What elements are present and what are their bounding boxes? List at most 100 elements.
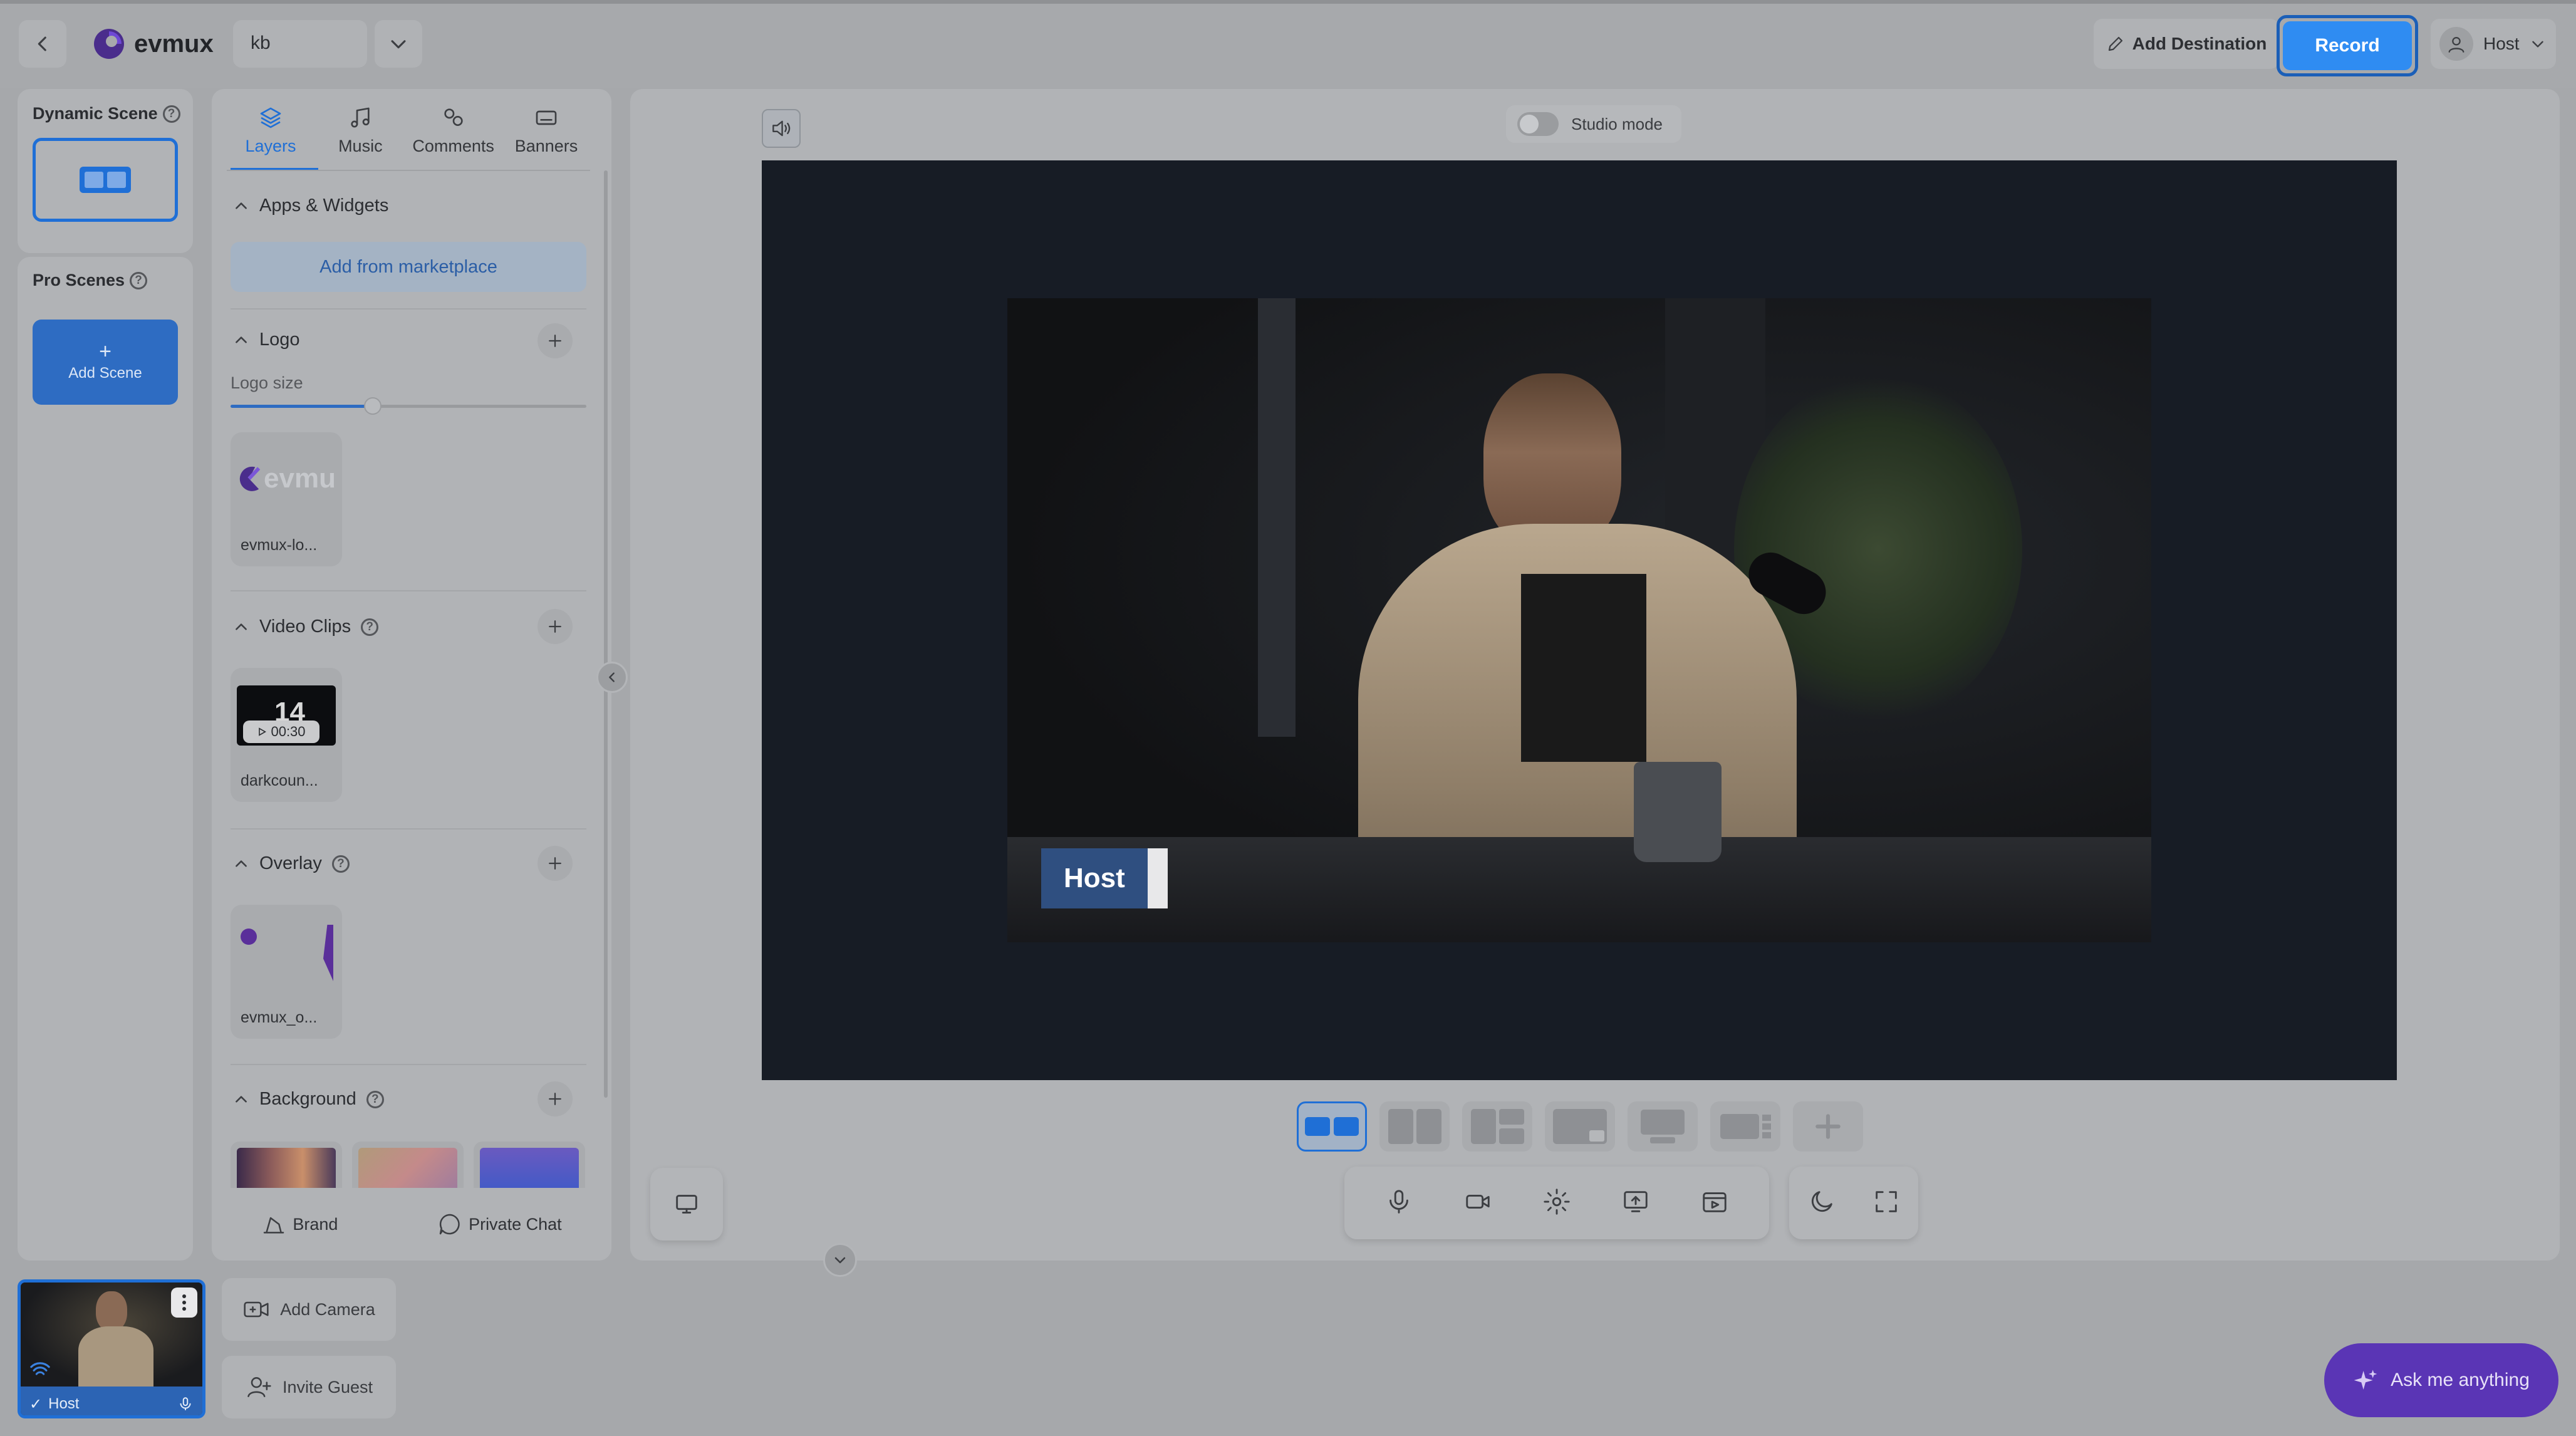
pro-scenes-panel: Pro Scenes ? + Add Scene (18, 257, 193, 1261)
tab-layers[interactable]: Layers (227, 105, 314, 168)
avatar (2439, 27, 2473, 61)
room-dropdown-button[interactable] (375, 20, 422, 68)
chevron-down-icon (391, 40, 406, 49)
background-thumbnails (231, 1142, 591, 1188)
add-layout-button[interactable] (1793, 1101, 1863, 1152)
back-button[interactable] (19, 20, 66, 68)
add-camera-button[interactable]: Add Camera (222, 1278, 396, 1341)
layers-panel: Layers Music Comments Banners Apps & Wid… (212, 89, 611, 1261)
add-destination-button[interactable]: Add Destination (2094, 19, 2279, 69)
record-button[interactable]: Record (2283, 21, 2412, 70)
tab-music[interactable]: Music (316, 105, 404, 168)
studio-mode-toggle[interactable]: Studio mode (1506, 105, 1681, 143)
apps-widgets-header[interactable]: Apps & Widgets (233, 195, 388, 216)
user-plus-icon (247, 1377, 271, 1397)
logo-card[interactable]: evmu evmux-lo... (231, 432, 342, 566)
overlay-title: Overlay (259, 853, 322, 873)
record-button-focus-ring: Record (2277, 15, 2418, 76)
background-option[interactable] (352, 1142, 464, 1188)
help-icon[interactable]: ? (331, 855, 350, 873)
user-menu[interactable]: Host (2431, 19, 2556, 69)
help-icon[interactable]: ? (366, 1090, 384, 1108)
monitor-icon (676, 1195, 697, 1214)
layout-split[interactable] (1379, 1101, 1450, 1152)
microphone-button[interactable] (1384, 1187, 1413, 1219)
collapse-bottom-button[interactable] (823, 1243, 857, 1277)
layout-sidebar[interactable] (1710, 1101, 1780, 1152)
pencil-icon (2108, 36, 2122, 51)
overlay-card[interactable]: evmux_o... (231, 905, 342, 1039)
layout-grid[interactable] (1462, 1101, 1532, 1152)
overlay-header[interactable]: Overlay ? (233, 853, 350, 874)
logo-size-label: Logo size (231, 373, 303, 392)
marketplace-label: Add from marketplace (319, 256, 497, 277)
chevron-left-icon (609, 672, 615, 682)
camera-button[interactable] (1463, 1187, 1492, 1219)
dynamic-scene-title: Dynamic Scene (33, 104, 158, 123)
logo-size-slider[interactable] (231, 397, 586, 415)
plus-icon (549, 335, 561, 347)
toggle-switch[interactable] (1517, 112, 1559, 136)
chevron-down-icon (834, 1257, 846, 1264)
panel-scrollbar[interactable] (604, 170, 608, 1098)
dynamic-scene-thumbnail[interactable] (33, 138, 178, 222)
apps-widgets-title: Apps & Widgets (259, 195, 389, 216)
add-overlay-button[interactable] (538, 846, 573, 881)
background-option[interactable] (231, 1142, 342, 1188)
microphone-icon (1389, 1189, 1408, 1214)
tile-menu-button[interactable] (171, 1288, 197, 1318)
brand-button[interactable]: Brand (261, 1212, 338, 1237)
add-destination-label: Add Destination (2132, 34, 2267, 53)
plus-icon (549, 620, 561, 633)
divider (231, 828, 586, 830)
overlay-logo-mark (241, 929, 257, 945)
background-option[interactable] (474, 1142, 585, 1188)
slider-thumb[interactable] (364, 397, 382, 415)
settings-button[interactable] (1542, 1187, 1571, 1219)
dark-mode-button[interactable] (1807, 1187, 1836, 1219)
media-icon (1703, 1192, 1727, 1212)
media-player-button[interactable] (1700, 1187, 1729, 1219)
person-shirt (1521, 574, 1646, 762)
signal-icon (30, 1362, 50, 1375)
help-icon[interactable]: ? (361, 618, 379, 636)
add-scene-button[interactable]: + Add Scene (33, 320, 178, 405)
background-header[interactable]: Background ? (233, 1089, 384, 1110)
private-chat-button[interactable]: Private Chat (437, 1212, 562, 1237)
add-video-clip-button[interactable] (538, 609, 573, 644)
fullscreen-button[interactable] (1872, 1187, 1901, 1219)
two-up-layout-icon (80, 167, 131, 193)
brand-icon (264, 1217, 284, 1234)
collapse-panel-button[interactable] (596, 662, 628, 693)
audio-button[interactable] (762, 109, 801, 148)
video-clips-header[interactable]: Video Clips ? (233, 617, 379, 637)
room-name-field[interactable]: kb (233, 20, 367, 68)
help-icon[interactable]: ? (130, 271, 148, 289)
video-clip-card[interactable]: 14 00:30 darkcoun... (231, 668, 342, 802)
tab-banners[interactable]: Banners (502, 105, 590, 168)
share-screen-button[interactable] (1621, 1187, 1650, 1219)
help-icon[interactable]: ? (162, 105, 180, 123)
person-head (1483, 373, 1621, 549)
background-title: Background (259, 1089, 356, 1109)
room-name-text: kb (251, 33, 271, 53)
add-from-marketplace-button[interactable]: Add from marketplace (231, 242, 586, 292)
add-logo-button[interactable] (538, 323, 573, 358)
divider (231, 1064, 586, 1065)
host-participant-tile[interactable]: ✓ Host (18, 1279, 205, 1418)
layout-single[interactable] (1628, 1101, 1698, 1152)
logo-header[interactable]: Logo (233, 330, 300, 350)
invite-guest-button[interactable]: Invite Guest (222, 1356, 396, 1418)
layout-pip[interactable] (1545, 1101, 1615, 1152)
duration-badge: 00:30 (243, 721, 319, 743)
tab-comments[interactable]: Comments (407, 105, 501, 168)
add-background-button[interactable] (538, 1081, 573, 1116)
plus-icon (549, 857, 561, 870)
screen-button[interactable] (650, 1168, 723, 1241)
divider (231, 308, 586, 310)
name-tag-label: Host (1041, 848, 1148, 908)
ask-assistant-button[interactable]: Ask me anything (2324, 1343, 2558, 1417)
layout-selector (1297, 1101, 1863, 1152)
layout-two-up[interactable] (1297, 1101, 1367, 1152)
record-label: Record (2315, 35, 2380, 56)
